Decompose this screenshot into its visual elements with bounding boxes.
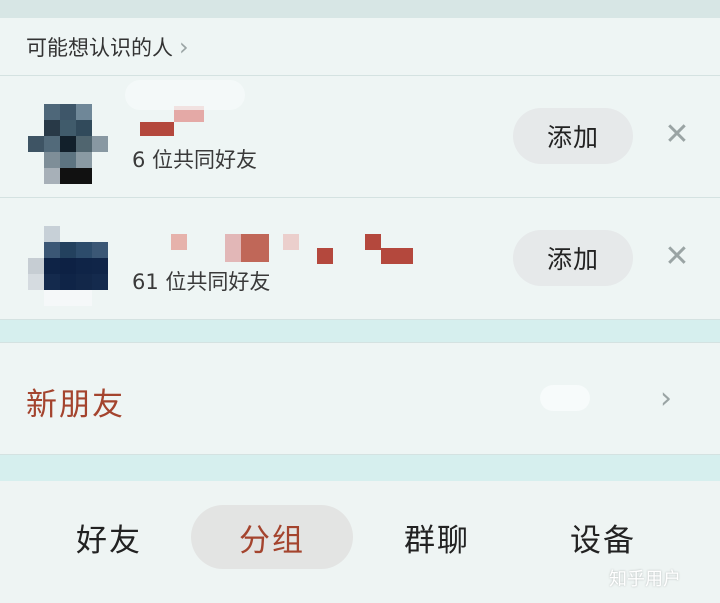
top-strip xyxy=(0,0,720,18)
watermark: 知乎用户 xyxy=(609,569,681,590)
chevron-right-icon: › xyxy=(179,32,189,61)
tab-groups[interactable]: 分组 xyxy=(191,505,353,569)
tab-group-chats[interactable]: 群聊 xyxy=(382,505,492,569)
mutual-friends-count: 61 位共同好友 xyxy=(132,270,271,294)
close-icon[interactable]: ✕ xyxy=(660,117,694,152)
new-friends-label: 新朋友 xyxy=(26,387,125,423)
suggested-person-row[interactable]: 6 位共同好友 添加 ✕ xyxy=(0,76,720,198)
tab-friends[interactable]: 好友 xyxy=(54,505,164,569)
section-divider xyxy=(0,320,720,342)
chevron-right-icon: › xyxy=(660,381,672,416)
close-icon[interactable]: ✕ xyxy=(660,239,694,274)
new-friends-row[interactable]: 新朋友 › xyxy=(0,342,720,455)
avatar xyxy=(28,226,108,306)
add-friend-button[interactable]: 添加 xyxy=(513,108,633,164)
mutual-friends-count: 6 位共同好友 xyxy=(132,148,258,172)
screen: 可能想认识的人 › 6 位共同好友 添加 ✕ 61 位共同好友 添加 ✕ 新朋友… xyxy=(0,0,720,603)
section-divider xyxy=(0,455,720,481)
avatar xyxy=(28,104,108,184)
add-friend-button[interactable]: 添加 xyxy=(513,230,633,286)
people-you-may-know-header[interactable]: 可能想认识的人 › xyxy=(0,18,720,76)
tab-devices[interactable]: 设备 xyxy=(548,505,658,569)
contacts-tab-bar: 好友 分组 群聊 设备 知乎用户 xyxy=(0,481,720,603)
section-title: 可能想认识的人 xyxy=(26,35,173,60)
suggested-person-row[interactable]: 61 位共同好友 添加 ✕ xyxy=(0,198,720,320)
redacted-badge xyxy=(540,385,590,411)
